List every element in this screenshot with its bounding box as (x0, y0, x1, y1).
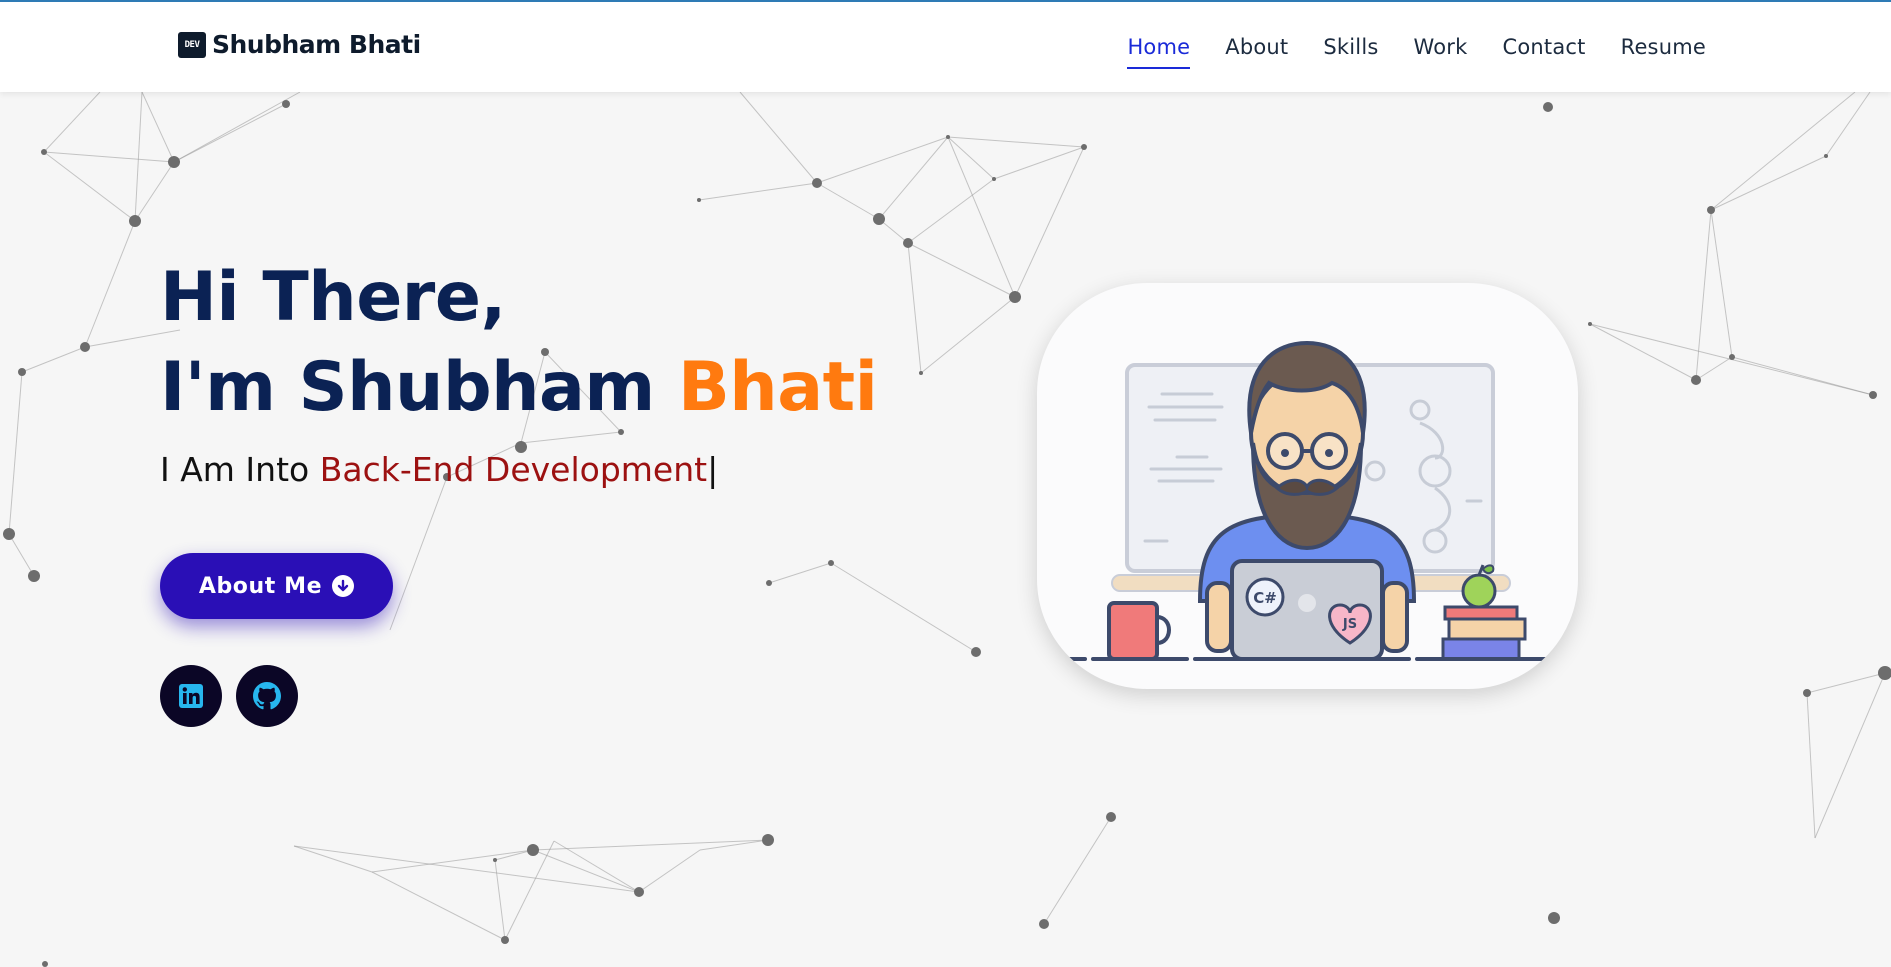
dev-badge-icon: DEV (178, 31, 206, 58)
nav-home[interactable]: Home (1127, 35, 1191, 69)
typed-role: Back-End Development (319, 450, 708, 489)
developer-illustration-card: C# JS (1037, 283, 1578, 689)
nav-about[interactable]: About (1225, 35, 1288, 69)
nav-menu: Home About Skills Work Contact Resume (1092, 35, 1706, 69)
logo-text: Shubham Bhati (212, 30, 421, 59)
name-prefix: I'm Shubham (160, 348, 678, 427)
svg-text:C#: C# (1253, 589, 1277, 607)
arrow-down-circle-icon (332, 575, 355, 597)
hero-section: Hi There, I'm Shubham Bhati I Am Into Ba… (160, 258, 878, 489)
nav-contact[interactable]: Contact (1502, 35, 1585, 69)
typed-prefix: I Am Into (160, 450, 320, 489)
nav-resume[interactable]: Resume (1621, 35, 1706, 69)
github-icon (253, 682, 281, 710)
name-accent: Bhati (677, 348, 878, 427)
linkedin-link[interactable] (160, 665, 222, 727)
typed-role-line: I Am Into Back-End Development| (160, 450, 877, 489)
top-navbar: DEV Shubham Bhati Home About Skills Work… (0, 0, 1891, 92)
typing-cursor: | (707, 450, 719, 489)
linkedin-icon (179, 684, 203, 708)
about-me-label: About Me (198, 573, 323, 599)
name-heading: I'm Shubham Bhati (160, 338, 878, 438)
nav-work[interactable]: Work (1414, 35, 1468, 69)
developer-illustration: C# JS (1067, 340, 1547, 661)
greeting-heading: Hi There, (160, 258, 506, 337)
site-logo[interactable]: DEV Shubham Bhati (178, 30, 421, 59)
svg-text:JS: JS (1342, 617, 1357, 632)
nav-skills[interactable]: Skills (1323, 35, 1378, 69)
github-link[interactable] (236, 665, 298, 727)
about-me-button[interactable]: About Me (160, 553, 393, 619)
